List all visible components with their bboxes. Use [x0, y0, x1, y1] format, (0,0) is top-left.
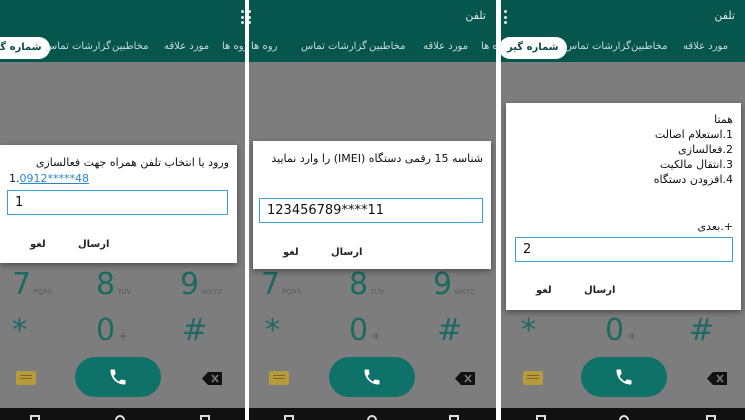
tab-contacts[interactable]: مخاطبین: [631, 41, 667, 52]
tab-favorites[interactable]: مورد علاقه: [683, 41, 728, 52]
tab-favorites[interactable]: مورد علاقه: [164, 41, 209, 52]
system-nav-bar: [501, 408, 745, 420]
message-icon[interactable]: [16, 371, 36, 385]
activation-dialog: ورود یا انتخاب تلفن همراه جهت فعالسازی 1…: [0, 145, 237, 263]
key-0[interactable]: 0 +: [349, 316, 381, 346]
cancel-button[interactable]: لغو: [536, 285, 552, 296]
cancel-button[interactable]: لغو: [30, 239, 46, 250]
menu-option-1: 1.استعلام اصالت: [654, 128, 733, 141]
cancel-button[interactable]: لغو: [283, 247, 299, 258]
key-7[interactable]: 7PQRS: [261, 270, 301, 300]
nav-recents-icon[interactable]: [449, 415, 459, 420]
nav-recents-icon[interactable]: [200, 415, 210, 420]
backspace-icon[interactable]: [202, 372, 222, 385]
tab-contacts[interactable]: مخاطبین: [112, 41, 148, 52]
key-9[interactable]: 9WXYZ: [433, 270, 475, 300]
system-nav-bar: [249, 408, 496, 420]
tab-dialer[interactable]: شماره گیر: [0, 37, 50, 59]
key-0[interactable]: 0 +: [96, 316, 128, 346]
message-icon[interactable]: [269, 371, 289, 385]
send-button[interactable]: ارسال: [331, 247, 362, 258]
tab-contacts[interactable]: مخاطبین: [369, 41, 405, 52]
key-star[interactable]: *: [265, 316, 280, 346]
reply-input[interactable]: 123456789****11: [259, 198, 483, 223]
send-button[interactable]: ارسال: [584, 285, 615, 296]
key-star[interactable]: *: [12, 316, 27, 346]
app-title: تلفن: [714, 9, 735, 22]
dialog-message: شناسه 15 رقمی دستگاه (IMEI) را وارد نمای…: [271, 152, 483, 165]
hamta-menu-dialog: همتا 1.استعلام اصالت 2.فعالسازی 3.انتقال…: [506, 103, 741, 310]
backspace-icon[interactable]: [707, 372, 727, 385]
tab-bar: روه ها گزارشات تماس مخاطبین مورد علاقه گ…: [249, 34, 496, 62]
call-button[interactable]: [329, 357, 415, 397]
key-0[interactable]: 0 +: [605, 316, 637, 346]
tab-bar: شماره گیر گزارشات تماس مخاطبین مورد علاق…: [501, 34, 745, 62]
nav-back-icon[interactable]: [284, 415, 294, 420]
tab-dialer[interactable]: شماره گیر: [501, 37, 567, 59]
key-hash[interactable]: #: [182, 316, 207, 346]
key-hash[interactable]: #: [689, 316, 714, 346]
nav-back-icon[interactable]: [536, 415, 546, 420]
key-9[interactable]: 9WXYZ: [180, 270, 222, 300]
tab-favorites[interactable]: مورد علاقه: [423, 41, 468, 52]
call-button[interactable]: [581, 357, 667, 397]
phone-icon: [364, 369, 380, 385]
menu-option-4: 4.افزودن دستگاه: [653, 173, 733, 186]
app-bar: تلفن: [501, 0, 745, 34]
phone-screen-1: شماره گیر گزارشات تماس مخاطبین مورد علاق…: [0, 0, 245, 420]
dialog-message: ورود یا انتخاب تلفن همراه جهت فعالسازی: [35, 156, 229, 169]
nav-home-icon[interactable]: [367, 415, 377, 420]
phone-screen-3: تلفن شماره گیر گزارشات تماس مخاطبین مورد…: [501, 0, 745, 420]
tab-call-log[interactable]: گزارشات تماس: [565, 41, 631, 52]
nav-recents-icon[interactable]: [706, 415, 716, 420]
tab-call-log[interactable]: گزارشات تماس: [45, 41, 111, 52]
overflow-menu-icon[interactable]: [504, 10, 508, 24]
tab-groups-partial[interactable]: روه ها: [251, 41, 277, 52]
phone-icon: [616, 369, 632, 385]
app-bar: [0, 0, 245, 34]
backspace-icon[interactable]: [455, 372, 475, 385]
key-7[interactable]: 7PQRS: [12, 270, 52, 300]
tab-groups[interactable]: گروه ها: [481, 41, 496, 52]
next-option: +.بعدی: [697, 220, 733, 233]
reply-input[interactable]: 2: [515, 237, 733, 262]
key-hash[interactable]: #: [437, 316, 462, 346]
phone-number-link[interactable]: 0912*****48: [20, 172, 90, 185]
nav-home-icon[interactable]: [115, 415, 125, 420]
key-8[interactable]: 8TUV: [96, 270, 131, 300]
message-icon[interactable]: [523, 371, 543, 385]
tab-bar: شماره گیر گزارشات تماس مخاطبین مورد علاق…: [0, 34, 245, 62]
imei-dialog: شناسه 15 رقمی دستگاه (IMEI) را وارد نمای…: [253, 141, 491, 269]
call-button[interactable]: [75, 357, 161, 397]
menu-option-3: 3.انتقال مالکیت: [659, 158, 733, 171]
menu-title: همتا: [714, 113, 733, 126]
nav-back-icon[interactable]: [30, 415, 40, 420]
key-star[interactable]: *: [521, 316, 536, 346]
phone-screen-2: تلفن روه ها گزارشات تماس مخاطبین مورد عل…: [249, 0, 496, 420]
system-nav-bar: [0, 408, 245, 420]
app-bar: تلفن: [249, 0, 496, 34]
tab-groups[interactable]: گروه ها: [222, 41, 245, 52]
phone-option[interactable]: 1.0912*****48: [9, 172, 89, 185]
app-title: تلفن: [465, 9, 486, 22]
menu-option-2: 2.فعالسازی: [678, 143, 733, 156]
tab-call-log[interactable]: گزارشات تماس: [301, 41, 367, 52]
nav-home-icon[interactable]: [619, 415, 629, 420]
overflow-menu-icon[interactable]: [249, 10, 252, 24]
menu-options: همتا 1.استعلام اصالت 2.فعالسازی 3.انتقال…: [516, 112, 733, 187]
key-8[interactable]: 8TUV: [349, 270, 384, 300]
send-button[interactable]: ارسال: [78, 239, 109, 250]
phone-icon: [110, 369, 126, 385]
reply-input[interactable]: 1: [7, 190, 228, 215]
overflow-menu-icon[interactable]: [241, 10, 245, 24]
